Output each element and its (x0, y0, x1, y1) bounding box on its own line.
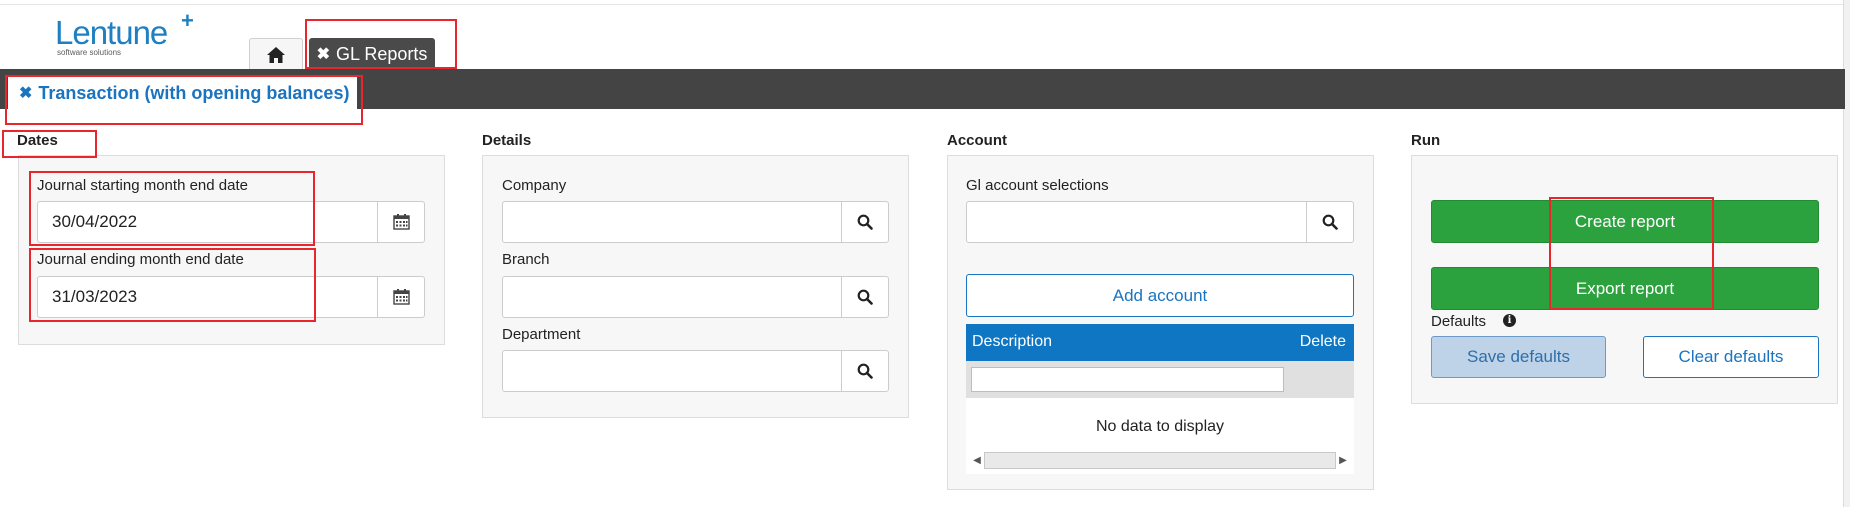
start-date-field[interactable]: 30/04/2022 (37, 201, 425, 243)
company-field[interactable] (502, 201, 889, 243)
lentune-logo: Lentune + software solutions (55, 8, 205, 64)
department-label: Department (502, 326, 581, 343)
column-description[interactable]: Description (972, 333, 1052, 351)
tab-gl-reports-label: GL Reports (336, 43, 428, 64)
search-icon (857, 289, 873, 305)
department-input[interactable] (503, 351, 841, 391)
branch-label: Branch (502, 251, 550, 268)
add-account-button[interactable]: Add account (966, 274, 1354, 317)
logo-subtitle: software solutions (57, 48, 122, 57)
department-field[interactable] (502, 350, 889, 392)
account-grid-filter-row (966, 361, 1354, 398)
grid-empty-message: No data to display (1095, 418, 1225, 435)
subtab-transaction[interactable]: ✖ Transaction (with opening balances) (8, 75, 357, 111)
gl-account-input[interactable] (967, 202, 1306, 242)
start-date-label: Journal starting month end date (37, 177, 248, 194)
company-search-button[interactable] (841, 202, 888, 242)
end-date-input[interactable]: 31/03/2023 (38, 277, 377, 317)
save-defaults-button[interactable]: Save defaults (1431, 336, 1606, 378)
clear-defaults-button[interactable]: Clear defaults (1643, 336, 1819, 378)
calendar-icon (392, 214, 410, 230)
account-grid-header: Description Delete (966, 324, 1354, 361)
company-label: Company (502, 177, 567, 194)
details-title: Details (482, 132, 532, 149)
department-search-button[interactable] (841, 351, 888, 391)
close-icon[interactable]: ✖ (19, 83, 32, 103)
grid-horizontal-scrollbar[interactable]: ◀ ▶ (970, 451, 1350, 469)
gl-account-search-button[interactable] (1306, 202, 1353, 242)
search-icon (857, 214, 873, 230)
search-icon (1322, 214, 1338, 230)
calendar-button[interactable] (377, 202, 424, 242)
branch-field[interactable] (502, 276, 889, 318)
export-report-button[interactable]: Export report (1431, 267, 1819, 310)
info-icon[interactable]: i (1503, 314, 1516, 327)
scrollbar-track[interactable] (984, 451, 1336, 469)
create-report-button[interactable]: Create report (1431, 200, 1819, 243)
home-icon (267, 46, 285, 63)
calendar-icon (392, 289, 410, 305)
account-title: Account (947, 132, 1007, 149)
tab-home[interactable] (249, 38, 303, 70)
description-filter-input[interactable] (971, 367, 1284, 392)
start-date-input[interactable]: 30/04/2022 (38, 202, 377, 242)
gl-account-field[interactable] (966, 201, 1354, 243)
company-input[interactable] (503, 202, 841, 242)
run-title: Run (1411, 132, 1441, 149)
top-border (0, 4, 1850, 5)
close-icon[interactable]: ✖ (317, 44, 330, 64)
search-icon (857, 363, 873, 379)
scroll-left-icon[interactable]: ◀ (970, 451, 984, 469)
subtab-transaction-label: Transaction (with opening balances) (38, 82, 350, 103)
column-delete[interactable]: Delete (1300, 333, 1346, 351)
tab-gl-reports[interactable]: ✖ GL Reports (309, 38, 435, 70)
logo-text: Lentune (55, 14, 168, 51)
calendar-button[interactable] (377, 277, 424, 317)
end-date-label: Journal ending month end date (37, 251, 244, 268)
end-date-field[interactable]: 31/03/2023 (37, 276, 425, 318)
gl-account-label: Gl account selections (966, 177, 1109, 194)
logo-plus: + (181, 8, 194, 33)
defaults-label: Defaults (1431, 313, 1487, 330)
branch-search-button[interactable] (841, 277, 888, 317)
branch-input[interactable] (503, 277, 841, 317)
dates-title: Dates (17, 132, 58, 149)
scroll-right-icon[interactable]: ▶ (1336, 451, 1350, 469)
